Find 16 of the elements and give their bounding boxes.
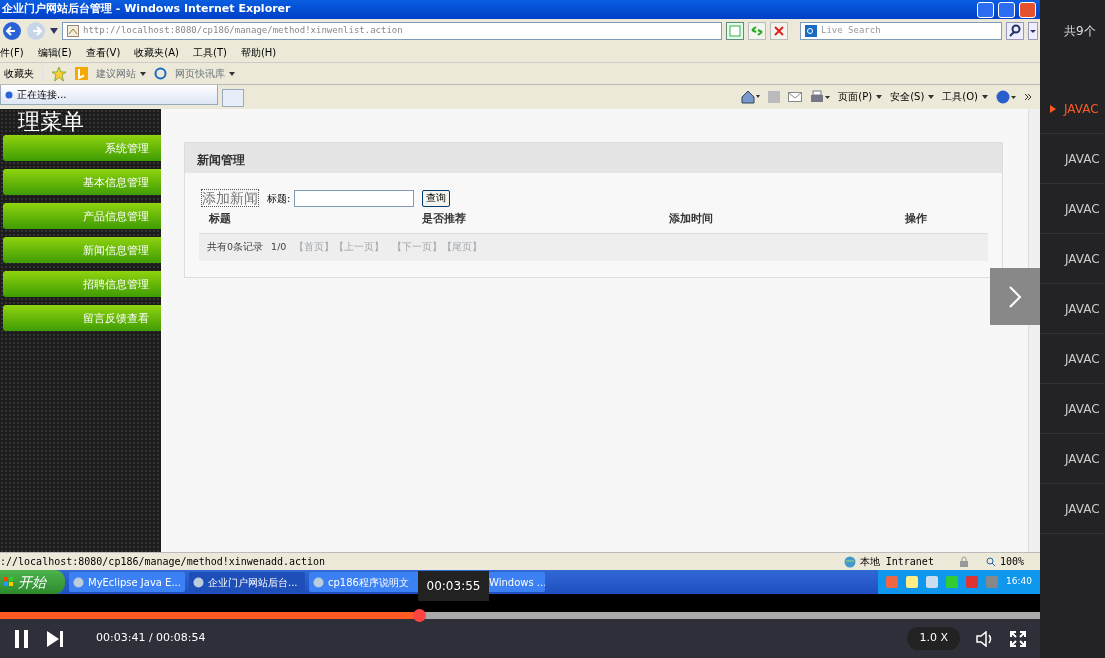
- column-header: 标题: [209, 212, 232, 225]
- column-header: 是否推荐: [421, 212, 466, 225]
- panel-title: 新闻管理: [185, 143, 1003, 173]
- column-header: 添加时间: [669, 212, 714, 225]
- playback-time: 00:03:41 / 00:08:54: [96, 630, 206, 647]
- record-count: 共有0条记录: [207, 240, 264, 255]
- clock: 16:40: [1006, 575, 1032, 589]
- column-header: 操作: [905, 212, 928, 225]
- time-tooltip: 00:03:55: [418, 571, 489, 601]
- status-url: ://localhost:8080/cp186/manage/method!xinwenadd.action: [0, 555, 327, 569]
- page-number: 1/0: [271, 240, 287, 255]
- menu-title: 理菜单: [17, 109, 85, 135]
- search-label: 标题:: [267, 191, 291, 206]
- zone-label: 本地 Intranet: [843, 554, 934, 569]
- window-title: 企业门户网站后台管理 - Windows Internet Explorer: [2, 1, 292, 18]
- video-count: 共9个: [1064, 24, 1096, 38]
